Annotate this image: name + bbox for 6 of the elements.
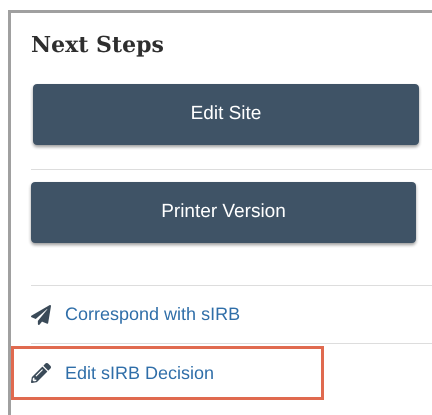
link[interactable]: Correspond with sIRB: [31, 301, 240, 328]
panel-title: Next Steps: [31, 31, 164, 60]
action-button[interactable]: Edit Site: [33, 84, 419, 145]
pencil-icon: [31, 363, 51, 383]
paper-plane-icon: [31, 304, 51, 324]
action-button[interactable]: Printer Version: [31, 182, 416, 243]
